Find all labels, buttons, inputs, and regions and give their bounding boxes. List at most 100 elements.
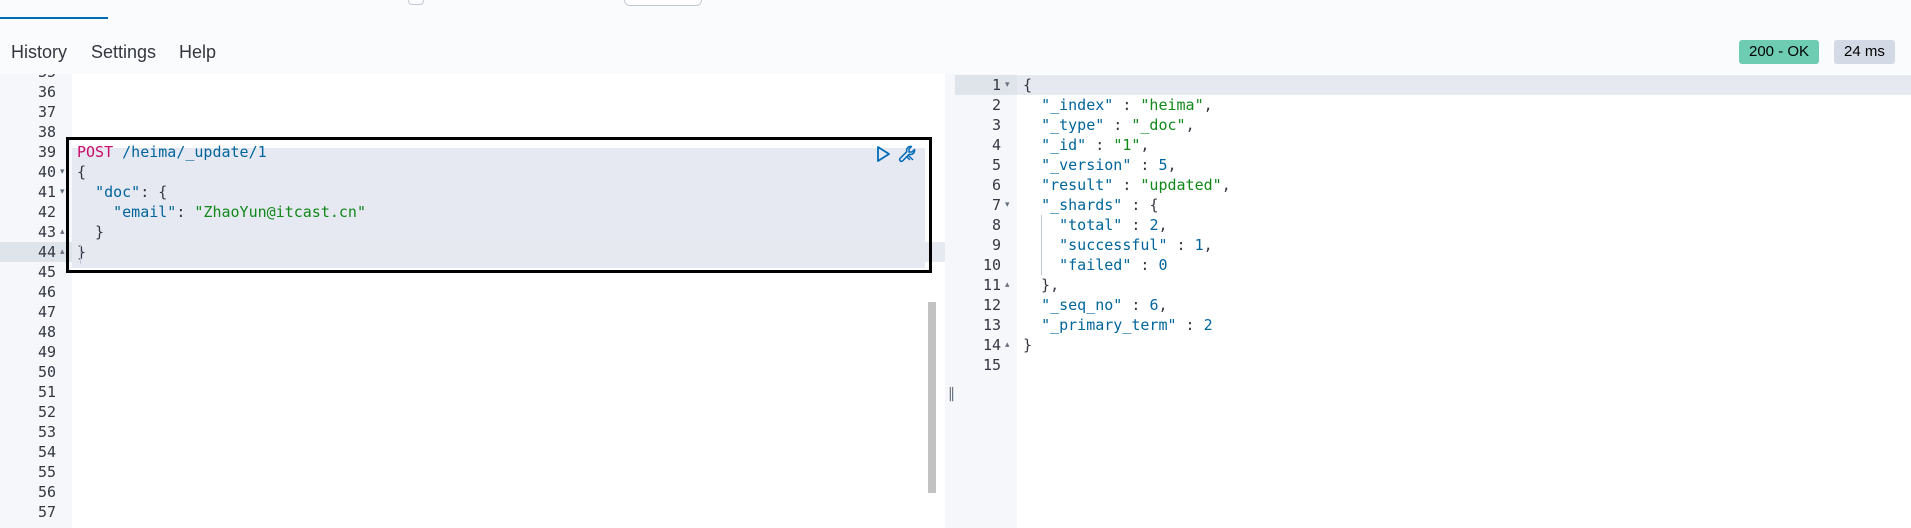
- request-scrollbar-thumb[interactable]: [928, 302, 936, 493]
- json-key: "successful": [1059, 236, 1168, 254]
- history-menu[interactable]: History: [11, 42, 67, 63]
- line-row: 10 "failed" : 0: [955, 255, 1911, 275]
- line-row: 57: [0, 502, 945, 522]
- line-row: 35: [0, 74, 945, 82]
- line-row: 4 "_id" : "1",: [955, 135, 1911, 155]
- line-number: 56: [37, 483, 56, 501]
- json-punctuation: {: [1149, 196, 1159, 214]
- line-row: 8 "total" : 2,: [955, 215, 1911, 235]
- json-number: 2: [1203, 316, 1213, 334]
- line-row: 5 "_version" : 5,: [955, 155, 1911, 175]
- line-number: 13: [982, 316, 1001, 334]
- line-number: 41: [37, 183, 56, 201]
- json-number: 1: [1194, 236, 1204, 254]
- line-row: 6 "result" : "updated",: [955, 175, 1911, 195]
- json-key: "_seq_no": [1041, 296, 1123, 314]
- line-row: 55: [0, 462, 945, 482]
- json-punctuation: :: [1131, 156, 1159, 174]
- code-line: }: [1023, 335, 1032, 355]
- line-row: 3 "_type" : "_doc",: [955, 115, 1911, 135]
- line-number: 8: [991, 216, 1001, 234]
- line-row: 54: [0, 442, 945, 462]
- line-number: 11: [982, 276, 1001, 294]
- line-row: 49: [0, 342, 945, 362]
- json-string: "updated": [1140, 176, 1222, 194]
- line-number: 3: [991, 116, 1001, 134]
- wrench-icon[interactable]: [897, 144, 917, 164]
- json-punctuation: ,: [1167, 156, 1177, 174]
- line-number: 36: [37, 83, 56, 101]
- json-string: "heima": [1140, 96, 1204, 114]
- line-row: 51: [0, 382, 945, 402]
- response-viewer[interactable]: 1 ▾{2 "_index" : "heima", 3 "_type" : "_do…: [955, 74, 1911, 528]
- json-punctuation: ,: [1221, 176, 1231, 194]
- play-triangle-icon[interactable]: [875, 145, 891, 163]
- line-number: 51: [37, 383, 56, 401]
- line-row: 53: [0, 422, 945, 442]
- fold-toggle-icon: ▴: [1005, 340, 1010, 350]
- line-number: 38: [37, 123, 56, 141]
- line-row: 37: [0, 102, 945, 122]
- line-number: 39: [37, 143, 56, 161]
- fold-toggle-icon: ▾: [60, 167, 65, 177]
- line-number: 42: [37, 203, 56, 221]
- code-line: "result" : "updated",: [1023, 175, 1231, 195]
- help-menu[interactable]: Help: [179, 42, 216, 63]
- json-punctuation: :: [1176, 316, 1204, 334]
- line-number: 57: [37, 503, 56, 521]
- json-punctuation: :: [1086, 136, 1114, 154]
- code-line: "_primary_term" : 2: [1023, 315, 1213, 335]
- code-line: "_shards" : {: [1023, 195, 1158, 215]
- fold-toggle-icon: ▴: [1005, 280, 1010, 290]
- resize-handle-icon[interactable]: ‖: [948, 386, 955, 402]
- line-number: 43: [37, 223, 56, 241]
- code-line: "failed" : 0: [1023, 255, 1167, 275]
- line-number: 46: [37, 283, 56, 301]
- fold-toggle-icon: ▾: [60, 187, 65, 197]
- json-number: 5: [1158, 156, 1168, 174]
- json-string: "1": [1113, 136, 1141, 154]
- line-number: 14: [982, 336, 1001, 354]
- json-punctuation: :: [1122, 196, 1150, 214]
- fold-toggle-icon: ▾: [1005, 80, 1010, 90]
- line-number: 45: [37, 263, 56, 281]
- json-punctuation: ,: [1203, 236, 1213, 254]
- line-number: 7: [991, 196, 1001, 214]
- line-number: 4: [991, 136, 1001, 154]
- line-number: 9: [991, 236, 1001, 254]
- json-punctuation: ,: [1140, 136, 1150, 154]
- line-number: 15: [982, 356, 1001, 374]
- json-punctuation: :: [1113, 176, 1141, 194]
- json-key: "_primary_term": [1041, 316, 1177, 334]
- line-row: 47: [0, 302, 945, 322]
- pane-resizer[interactable]: ‖: [945, 74, 955, 528]
- json-key: "total": [1059, 216, 1123, 234]
- indent-guide: [1041, 215, 1042, 275]
- json-punctuation: :: [1104, 116, 1132, 134]
- line-number: 50: [37, 363, 56, 381]
- line-number: 2: [991, 96, 1001, 114]
- line-number: 40: [37, 163, 56, 181]
- code-line: "_id" : "1",: [1023, 135, 1149, 155]
- settings-menu[interactable]: Settings: [91, 42, 156, 63]
- tab-strip: [0, 0, 1911, 20]
- line-row: 36: [0, 82, 945, 102]
- fold-toggle-icon: ▾: [1005, 200, 1010, 210]
- code-line: "_type" : "_doc",: [1023, 115, 1195, 135]
- code-line: },: [1023, 275, 1059, 295]
- code-line: "successful" : 1,: [1023, 235, 1213, 255]
- json-punctuation: :: [1122, 216, 1150, 234]
- json-punctuation: :: [1122, 296, 1150, 314]
- json-key: "_id": [1041, 136, 1087, 154]
- line-number: 37: [37, 103, 56, 121]
- fold-toggle-icon: ▴: [60, 247, 65, 257]
- line-number: 49: [37, 343, 56, 361]
- line-number: 54: [37, 443, 56, 461]
- request-editor[interactable]: 35 36373839POST /heima/_update/140▾{41▾ …: [0, 74, 945, 528]
- line-row: 1 ▾ {: [955, 75, 1911, 95]
- line-number: 6: [991, 176, 1001, 194]
- json-key: "_type": [1041, 116, 1105, 134]
- code-line: "_version" : 5,: [1023, 155, 1177, 175]
- code-line: "_index" : "heima",: [1023, 95, 1213, 115]
- json-punctuation: ,: [1158, 296, 1168, 314]
